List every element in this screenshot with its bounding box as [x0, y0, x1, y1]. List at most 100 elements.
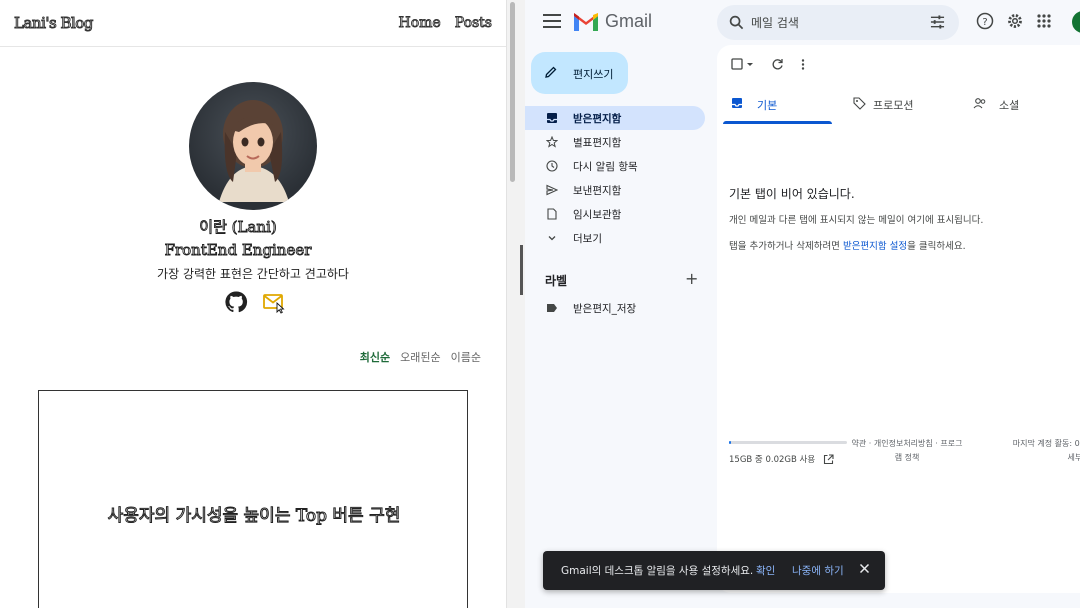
nav-label: 보낸편지함: [573, 185, 622, 197]
compose-label: 편지쓰기: [573, 68, 614, 81]
nav-label: 받은편지함: [573, 113, 622, 125]
mail-search-box[interactable]: 메일 검색: [717, 5, 959, 40]
select-checkbox-icon[interactable]: [731, 57, 755, 71]
github-icon[interactable]: [224, 290, 248, 314]
hint-prefix: 탭을 추가하거나 삭제하려면: [729, 241, 843, 252]
profile-avatar: [189, 82, 317, 210]
top-bar-icons: ?: [976, 12, 1052, 30]
last-activity-text: 마지막 계정 활동: 0분 전: [1012, 439, 1080, 448]
social-links: [224, 290, 286, 314]
draft-icon: [547, 208, 557, 220]
label-name: 받은편지_저장: [573, 303, 637, 315]
blog-pane: Lani's Blog Home Posts 이란 (Lani) FrontEn…: [0, 0, 506, 608]
tab-promotions[interactable]: 프로모션: [845, 91, 954, 124]
inbox-icon: [547, 113, 557, 123]
mail-folder-nav: 받은편지함 별표편지함 다시 알림 항목 보낸편지함 임시보관함 더보기: [525, 106, 705, 250]
profile-motto: 가장 강력한 표현은 간단하고 견고하다: [157, 267, 349, 281]
send-icon: [546, 184, 558, 196]
compose-button[interactable]: 편지쓰기: [531, 52, 628, 94]
star-icon: [546, 136, 558, 148]
open-external-icon[interactable]: [823, 453, 834, 465]
nav-label: 별표편지함: [573, 137, 622, 149]
tab-label: 기본: [757, 99, 778, 112]
labels-heading: 라벨: [545, 274, 568, 288]
nav-more[interactable]: 더보기: [525, 226, 705, 250]
enable-notifications-button[interactable]: 확인: [756, 563, 775, 578]
refresh-icon[interactable]: [771, 58, 784, 71]
tab-social[interactable]: 소셜: [965, 91, 1074, 124]
storage-meter-fill: [729, 441, 732, 444]
account-activity: 마지막 계정 활동: 0분 전세부정보: [997, 437, 1080, 465]
tab-label: 소셜: [999, 99, 1020, 112]
activity-details-link[interactable]: 세부정보: [997, 451, 1080, 465]
apps-grid-icon[interactable]: [1036, 13, 1052, 29]
policy-links[interactable]: 약관 · 개인정보처리방침 · 프로그 램 정책: [847, 437, 967, 465]
mail-toolbar: [731, 57, 806, 71]
account-avatar[interactable]: [1072, 11, 1080, 33]
blog-scrollbar-thumb[interactable]: [510, 2, 515, 182]
nav-label: 더보기: [573, 233, 602, 245]
people-icon: [973, 98, 986, 109]
desktop-notification-snackbar: Gmail의 데스크톱 알림을 사용 설정하세요. 확인 나중에 하기: [543, 551, 885, 590]
svg-text:?: ?: [982, 17, 987, 28]
clock-icon: [546, 160, 558, 172]
snackbar-message: Gmail의 데스크톱 알림을 사용 설정하세요.: [561, 565, 754, 577]
tab-label: 프로모션: [873, 99, 914, 112]
search-input[interactable]: 메일 검색: [751, 14, 799, 31]
add-label-icon[interactable]: +: [685, 269, 698, 288]
empty-state-title: 기본 탭이 비어 있습니다.: [729, 187, 855, 201]
mail-list-panel: 기본 프로모션 소셜 기본 탭이 비어 있습니다. 개인 메일과 다른 탭에 표…: [717, 45, 1080, 593]
nav-sent[interactable]: 보낸편지함: [525, 178, 705, 202]
active-tab-indicator: [723, 121, 832, 124]
storage-usage: 15GB 중 0.02GB 사용: [729, 453, 834, 465]
more-vert-icon[interactable]: [800, 58, 806, 71]
tag-icon: [853, 97, 866, 110]
chevron-down-icon: [548, 236, 556, 241]
sort-newest[interactable]: 최신순: [360, 349, 390, 365]
profile-name: 이란 (Lani): [199, 218, 277, 237]
close-icon[interactable]: [859, 563, 870, 574]
post-title[interactable]: 사용자의 가시성을 높이는 Top 버튼 구현: [39, 501, 469, 527]
main-menu-icon[interactable]: [543, 14, 561, 30]
nav-drafts[interactable]: 임시보관함: [525, 202, 705, 226]
nav-label: 다시 알림 항목: [573, 161, 638, 173]
empty-state-description: 개인 메일과 다른 탭에 표시되지 않는 메일이 여기에 표시됩니다.: [729, 215, 984, 226]
category-tabs: 기본 프로모션 소셜: [723, 91, 1080, 124]
inbox-icon: [732, 98, 742, 108]
search-options-icon[interactable]: [930, 15, 945, 29]
pencil-icon: [545, 66, 557, 78]
nav-snoozed[interactable]: 다시 알림 항목: [525, 154, 705, 178]
storage-usage-text: 15GB 중 0.02GB 사용: [729, 455, 816, 465]
blog-header: Lani's Blog Home Posts: [0, 0, 506, 47]
sort-options: 최신순 오래된순 이름순: [360, 349, 481, 365]
gmail-brand: Gmail: [605, 11, 653, 31]
tab-primary[interactable]: 기본: [723, 91, 832, 124]
blog-nav: Home Posts: [398, 15, 492, 32]
empty-state-hint: 탭을 추가하거나 삭제하려면 받은편지함 설정을 클릭하세요.: [729, 238, 966, 252]
later-button[interactable]: 나중에 하기: [792, 563, 844, 578]
nav-starred[interactable]: 별표편지함: [525, 130, 705, 154]
pane-divider[interactable]: [506, 0, 525, 608]
inbox-settings-link[interactable]: 받은편지함 설정: [843, 241, 907, 252]
nav-home-link[interactable]: Home: [398, 15, 441, 32]
hint-suffix: 을 클릭하세요.: [907, 241, 966, 252]
nav-inbox[interactable]: 받은편지함: [525, 106, 705, 130]
nav-label: 임시보관함: [573, 209, 622, 221]
policy-line[interactable]: 램 정책: [847, 451, 967, 465]
blog-title[interactable]: Lani's Blog: [14, 14, 94, 33]
post-card[interactable]: 사용자의 가시성을 높이는 Top 버튼 구현: [38, 390, 468, 608]
help-icon[interactable]: ?: [976, 12, 994, 30]
gmail-m-icon: [574, 12, 598, 31]
split-handle[interactable]: [520, 245, 523, 295]
label-item[interactable]: 받은편지_저장: [525, 296, 705, 320]
nav-posts-link[interactable]: Posts: [454, 15, 492, 32]
gmail-logo[interactable]: Gmail: [573, 11, 652, 32]
profile-role: FrontEnd Engineer: [164, 241, 312, 260]
search-icon[interactable]: [729, 15, 744, 30]
policy-line[interactable]: 약관 · 개인정보처리방침 · 프로그: [847, 437, 967, 451]
mail-icon[interactable]: [262, 290, 286, 314]
settings-gear-icon[interactable]: [1006, 12, 1024, 30]
gmail-pane: Gmail 메일 검색 ? 편지쓰기 받은편지함 별표편지함 다시 알림 항목 …: [525, 0, 1080, 608]
sort-oldest[interactable]: 오래된순: [400, 349, 440, 365]
sort-name[interactable]: 이름순: [451, 349, 481, 365]
